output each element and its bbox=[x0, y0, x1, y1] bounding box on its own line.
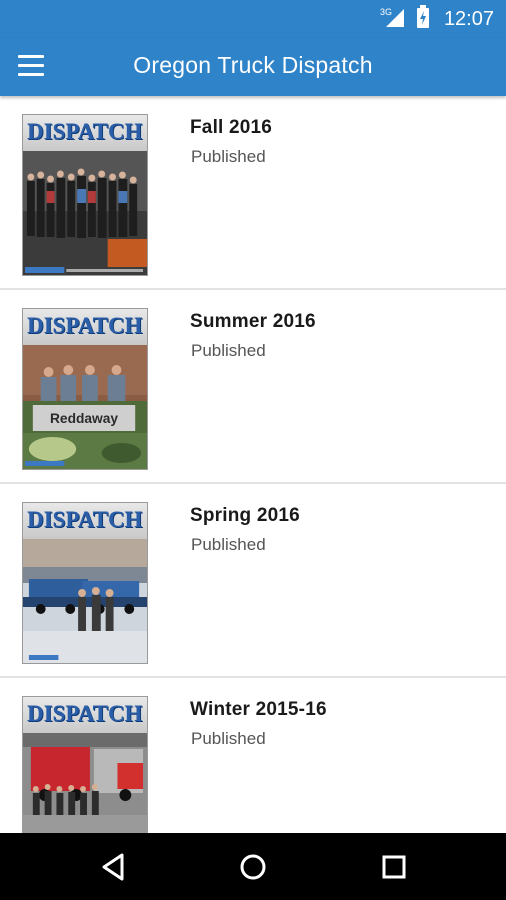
back-triangle-icon[interactable] bbox=[98, 851, 130, 883]
issue-status: Published bbox=[191, 535, 266, 554]
svg-text:Reddaway: Reddaway bbox=[50, 410, 118, 426]
issue-status: Published bbox=[191, 147, 266, 166]
issue-title: Fall 2016 bbox=[190, 117, 273, 138]
status-bar: 3G 12:07 bbox=[0, 0, 506, 38]
system-nav-bar bbox=[0, 833, 506, 900]
issue-title: Summer 2016 bbox=[190, 311, 316, 332]
app-bar: Oregon Truck Dispatch bbox=[0, 38, 506, 96]
app-title: Oregon Truck Dispatch bbox=[133, 52, 373, 78]
issue-item-summer-2016[interactable]: DISPATCH Reddaway Summer 2016 Published bbox=[0, 290, 506, 484]
issue-cover-image: DISPATCH bbox=[22, 114, 148, 276]
svg-text:3G: 3G bbox=[380, 7, 392, 17]
issue-cover-image: DISPATCH Reddaway bbox=[22, 308, 148, 470]
cover-masthead: DISPATCH bbox=[27, 119, 143, 144]
status-time: 12:07 bbox=[443, 7, 494, 30]
issue-item-fall-2016[interactable]: DISPATCH Fall 2016 Published bbox=[0, 96, 506, 290]
cover-masthead: DISPATCH bbox=[27, 701, 143, 726]
cover-masthead: DISPATCH bbox=[27, 313, 143, 338]
issue-item-spring-2016[interactable]: DISPATCH Spring 2016 Published bbox=[0, 484, 506, 678]
home-circle-icon[interactable] bbox=[237, 851, 269, 883]
signal-icon: 3G bbox=[380, 6, 408, 33]
issue-cover-image: DISPATCH bbox=[22, 696, 148, 833]
issue-status: Published bbox=[191, 729, 266, 748]
issue-status: Published bbox=[191, 341, 266, 360]
status-icons: 3G 12:07 bbox=[380, 4, 494, 34]
issue-list[interactable]: DISPATCH Fall 2016 Published DISPATCH Re… bbox=[0, 96, 506, 833]
issue-item-winter-2015-16[interactable]: DISPATCH Winter 2015-16 Published bbox=[0, 678, 506, 833]
battery-charging-icon bbox=[416, 4, 432, 34]
issue-title: Winter 2015-16 bbox=[190, 699, 327, 720]
issue-title: Spring 2016 bbox=[190, 505, 300, 526]
cover-masthead: DISPATCH bbox=[27, 507, 143, 532]
recents-square-icon[interactable] bbox=[378, 851, 410, 883]
issue-cover-image: DISPATCH bbox=[22, 502, 148, 664]
